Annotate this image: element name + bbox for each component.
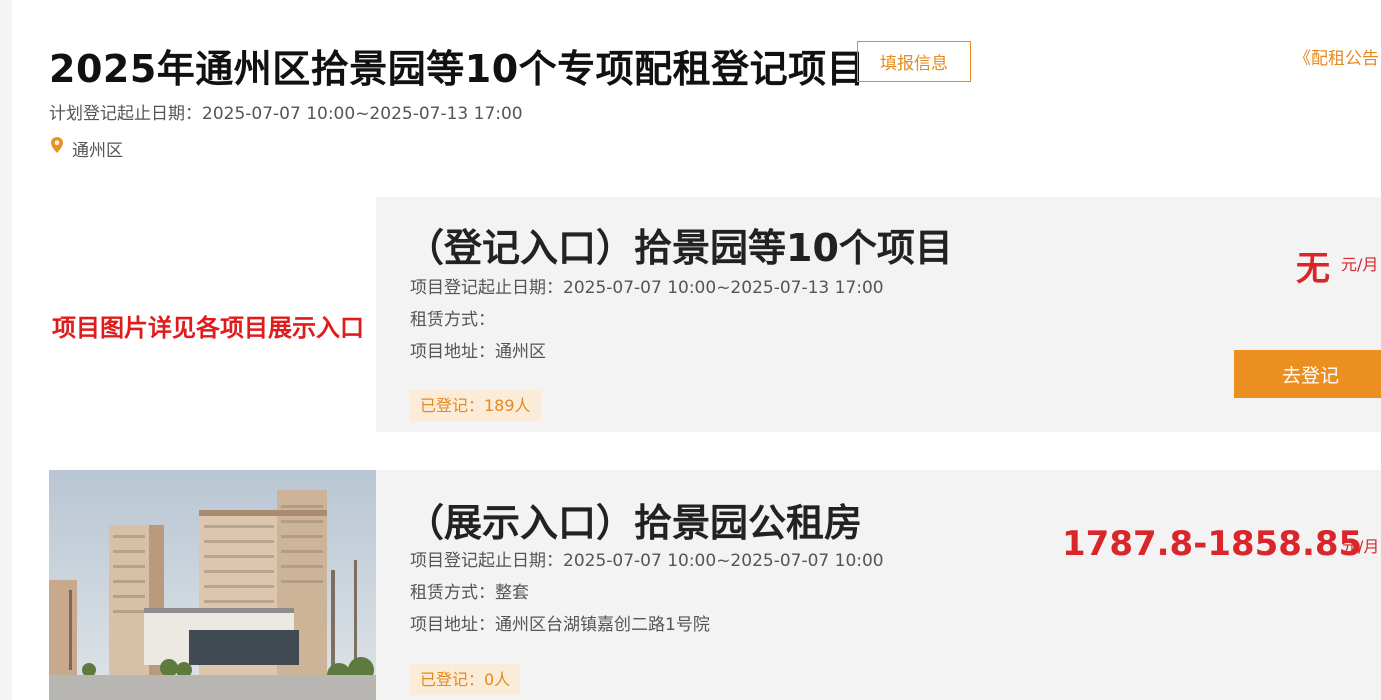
plan-dates: 计划登记起止日期：2025-07-07 10:00~2025-07-13 17:… [49,104,523,124]
project-photo[interactable] [49,470,376,700]
fill-info-button[interactable]: 填报信息 [857,41,971,82]
project-lease-type: 租赁方式：整套 [410,583,529,603]
registered-count-badge: 已登记：189人 [410,390,541,421]
district-label: 通州区 [72,141,123,161]
project-dates: 项目登记起止日期：2025-07-07 10:00~2025-07-07 10:… [410,551,884,571]
project-dates: 项目登记起止日期：2025-07-07 10:00~2025-07-13 17:… [410,278,884,298]
registered-count-badge: 已登记：0人 [410,664,521,695]
project-address: 项目地址：通州区台湖镇嘉创二路1号院 [410,615,710,635]
page-title: 2025年通州区拾景园等10个专项配租登记项目 [49,47,866,91]
project-address: 项目地址：通州区 [410,342,546,362]
page: 2025年通州区拾景园等10个专项配租登记项目 填报信息 《配租公告 计划登记起… [12,0,1381,700]
go-register-button[interactable]: 去登记 [1234,350,1381,398]
project-card-display[interactable]: （展示入口）拾景园公租房 项目登记起止日期：2025-07-07 10:00~2… [376,470,1381,700]
price-value: 1787.8-1858.85 [1062,524,1363,564]
project-image-caption: 项目图片详见各项目展示入口 [52,313,364,342]
project-title[interactable]: （展示入口）拾景园公租房 [406,492,862,547]
project-title[interactable]: （登记入口）拾景园等10个项目 [406,217,953,272]
building-photo-illustration [49,470,376,700]
location-pin-icon [51,137,63,153]
project-card-registration[interactable]: （登记入口）拾景园等10个项目 项目登记起止日期：2025-07-07 10:0… [376,197,1381,432]
notice-link[interactable]: 《配租公告 [1294,44,1379,69]
price-value: 无 [1296,249,1330,289]
price-unit: 元/月 [1341,255,1379,274]
price-unit: 元/月 [1342,537,1380,556]
project-lease-type: 租赁方式： [410,310,495,330]
